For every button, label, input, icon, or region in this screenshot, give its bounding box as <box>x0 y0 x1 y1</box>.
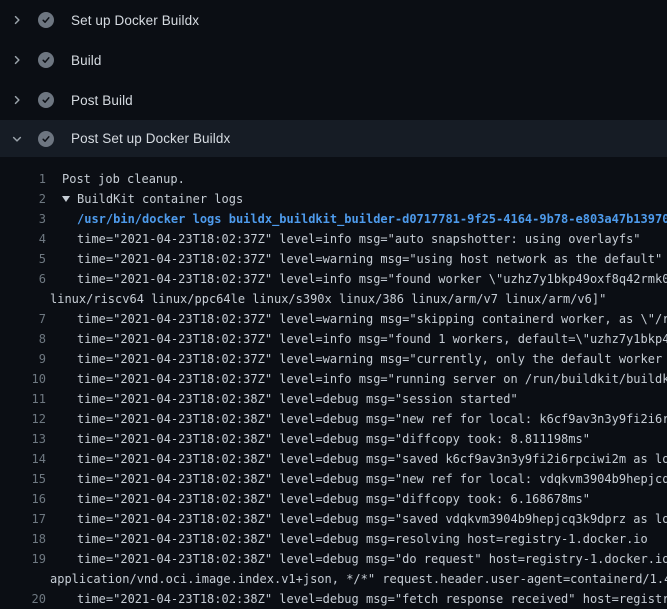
log-line: 15 time="2021-04-23T18:02:38Z" level=deb… <box>0 469 667 489</box>
log-line-text: time="2021-04-23T18:02:38Z" level=debug … <box>46 509 667 529</box>
log-line: 7 time="2021-04-23T18:02:37Z" level=warn… <box>0 309 667 329</box>
log-line-text: time="2021-04-23T18:02:38Z" level=debug … <box>46 389 667 409</box>
log-line-number[interactable]: 8 <box>0 329 46 349</box>
log-line-number[interactable]: 10 <box>0 369 46 389</box>
log-line-text: time="2021-04-23T18:02:37Z" level=info m… <box>46 269 667 289</box>
log-line-text: /usr/bin/docker logs buildx_buildkit_bui… <box>46 209 667 229</box>
log-line: 12 time="2021-04-23T18:02:38Z" level=deb… <box>0 409 667 429</box>
log-line: 16 time="2021-04-23T18:02:38Z" level=deb… <box>0 489 667 509</box>
log-line-number[interactable]: 2 <box>0 189 46 209</box>
log-line: 13 time="2021-04-23T18:02:38Z" level=deb… <box>0 429 667 449</box>
log-line-text: time="2021-04-23T18:02:37Z" level=info m… <box>46 229 667 249</box>
chevron-right-icon <box>10 93 24 107</box>
log-line-text: time="2021-04-23T18:02:38Z" level=debug … <box>46 449 667 469</box>
log-line-number[interactable]: 18 <box>0 529 46 549</box>
log-line-text: time="2021-04-23T18:02:38Z" level=debug … <box>46 409 667 429</box>
log-line: linux/riscv64 linux/ppc64le linux/s390x … <box>0 289 667 309</box>
log-line-number[interactable]: 6 <box>0 269 46 289</box>
log-line-text: time="2021-04-23T18:02:37Z" level=warnin… <box>46 309 667 329</box>
log-line-text: time="2021-04-23T18:02:38Z" level=debug … <box>46 529 667 549</box>
log-line-text: linux/riscv64 linux/ppc64le linux/s390x … <box>46 289 667 309</box>
log-line-number[interactable]: 19 <box>0 549 46 569</box>
step-row[interactable]: Set up Docker Buildx <box>0 0 667 40</box>
log-line-text: time="2021-04-23T18:02:38Z" level=debug … <box>46 549 667 569</box>
log-line: 18 time="2021-04-23T18:02:38Z" level=deb… <box>0 529 667 549</box>
log-line: 10 time="2021-04-23T18:02:37Z" level=inf… <box>0 369 667 389</box>
log-line-text: time="2021-04-23T18:02:38Z" level=debug … <box>46 429 667 449</box>
step-success-check-icon <box>38 12 54 28</box>
log-line-text: time="2021-04-23T18:02:38Z" level=debug … <box>46 589 667 609</box>
log-line: 6 time="2021-04-23T18:02:37Z" level=info… <box>0 269 667 289</box>
log-line: 3 /usr/bin/docker logs buildx_buildkit_b… <box>0 209 667 229</box>
log-line-text: time="2021-04-23T18:02:38Z" level=debug … <box>46 469 667 489</box>
log-line-text: time="2021-04-23T18:02:37Z" level=warnin… <box>46 249 667 269</box>
log-line-number[interactable]: 11 <box>0 389 46 409</box>
step-row[interactable]: Build <box>0 40 667 80</box>
group-expander-triangle-icon[interactable] <box>62 196 70 202</box>
log-lines: 1 Post job cleanup. 2 BuildKit container… <box>0 157 667 609</box>
log-line-number[interactable]: 13 <box>0 429 46 449</box>
log-line-text: time="2021-04-23T18:02:37Z" level=info m… <box>46 329 667 349</box>
step-row[interactable]: Post Set up Docker Buildx <box>0 120 667 157</box>
step-name: Build <box>71 53 102 68</box>
log-line: 14 time="2021-04-23T18:02:38Z" level=deb… <box>0 449 667 469</box>
log-line-number[interactable]: 12 <box>0 409 46 429</box>
log-line: 20 time="2021-04-23T18:02:38Z" level=deb… <box>0 589 667 609</box>
log-line-number[interactable]: 15 <box>0 469 46 489</box>
log-line-number[interactable]: 14 <box>0 449 46 469</box>
log-line: 1 Post job cleanup. <box>0 169 667 189</box>
log-line-number[interactable]: 7 <box>0 309 46 329</box>
log-line: 4 time="2021-04-23T18:02:37Z" level=info… <box>0 229 667 249</box>
chevron-down-icon <box>10 132 24 146</box>
log-line-number[interactable]: 9 <box>0 349 46 369</box>
log-line: 5 time="2021-04-23T18:02:37Z" level=warn… <box>0 249 667 269</box>
log-line-number[interactable]: 1 <box>0 169 46 189</box>
log-line-text: time="2021-04-23T18:02:38Z" level=debug … <box>46 489 667 509</box>
log-line-text: BuildKit container logs <box>46 189 667 209</box>
log-line: 19 time="2021-04-23T18:02:38Z" level=deb… <box>0 549 667 569</box>
log-line: 8 time="2021-04-23T18:02:37Z" level=info… <box>0 329 667 349</box>
log-line: 11 time="2021-04-23T18:02:38Z" level=deb… <box>0 389 667 409</box>
step-name: Set up Docker Buildx <box>71 13 199 28</box>
step-success-check-icon <box>38 92 54 108</box>
log-line-number[interactable]: 3 <box>0 209 46 229</box>
log-line-number[interactable]: 20 <box>0 589 46 609</box>
log-line: 9 time="2021-04-23T18:02:37Z" level=warn… <box>0 349 667 369</box>
step-row[interactable]: Post Build <box>0 80 667 120</box>
step-name: Post Set up Docker Buildx <box>71 131 230 146</box>
log-line-number[interactable]: 5 <box>0 249 46 269</box>
log-line-number[interactable]: 16 <box>0 489 46 509</box>
log-line-number[interactable]: 4 <box>0 229 46 249</box>
step-list: Set up Docker Buildx Build Post Build Po… <box>0 0 667 157</box>
log-line-text: Post job cleanup. <box>46 169 667 189</box>
step-success-check-icon <box>38 52 54 68</box>
log-line: application/vnd.oci.image.index.v1+json,… <box>0 569 667 589</box>
log-line-text: application/vnd.oci.image.index.v1+json,… <box>46 569 667 589</box>
log-line-text: time="2021-04-23T18:02:37Z" level=warnin… <box>46 349 667 369</box>
step-name: Post Build <box>71 93 133 108</box>
log-line: 2 BuildKit container logs <box>0 189 667 209</box>
chevron-right-icon <box>10 13 24 27</box>
log-line-number[interactable]: 17 <box>0 509 46 529</box>
chevron-right-icon <box>10 53 24 67</box>
log-line-text: time="2021-04-23T18:02:37Z" level=info m… <box>46 369 667 389</box>
log-line: 17 time="2021-04-23T18:02:38Z" level=deb… <box>0 509 667 529</box>
step-success-check-icon <box>38 131 54 147</box>
